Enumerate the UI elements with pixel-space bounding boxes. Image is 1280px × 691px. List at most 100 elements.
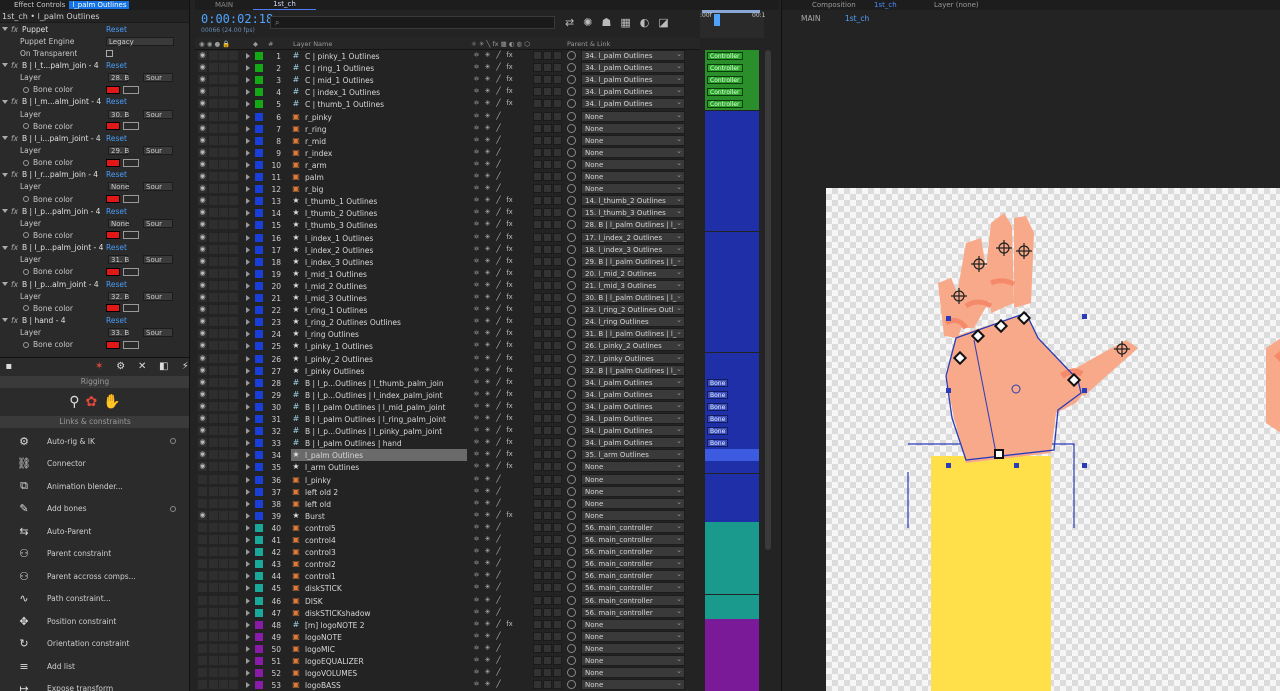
- bone-color-swatch[interactable]: [106, 195, 120, 204]
- layer-row[interactable]: 50 ▣ logoMIC ⚛ ✳ ╱ None: [195, 642, 700, 655]
- solo-toggle[interactable]: [219, 450, 228, 460]
- lock-toggle[interactable]: [229, 256, 238, 266]
- layer-duration-bar[interactable]: Bone: [705, 376, 759, 389]
- pickwhip-icon[interactable]: [567, 619, 576, 629]
- audio-toggle[interactable]: [209, 353, 218, 363]
- parent-dropdown[interactable]: 56. main_controller: [581, 594, 685, 606]
- parent-dropdown[interactable]: None: [581, 473, 685, 485]
- eye-icon[interactable]: ◉: [198, 51, 207, 60]
- label-color-swatch[interactable]: [255, 584, 263, 593]
- solo-toggle[interactable]: [219, 329, 228, 339]
- pickwhip-icon[interactable]: [567, 377, 576, 387]
- expand-triangle-icon[interactable]: [246, 53, 250, 59]
- bone-layer-dropdown[interactable]: 32. B: [108, 291, 129, 301]
- expand-triangle-icon[interactable]: [246, 585, 250, 592]
- audio-toggle[interactable]: [209, 547, 218, 557]
- layer-row[interactable]: ◉ 13 ★ l_thumb_1 Outlines ⚛ ✳ ╱ fx 14. l_th…: [195, 195, 700, 207]
- bone-color-swatch[interactable]: [106, 340, 120, 349]
- collapse-triangle-icon[interactable]: [2, 99, 8, 104]
- eye-icon[interactable]: ◉: [198, 305, 207, 315]
- expand-triangle-icon[interactable]: [246, 113, 250, 120]
- layer-duration-bar[interactable]: Controller: [705, 86, 759, 99]
- audio-toggle[interactable]: [209, 244, 218, 254]
- bone-layer-dropdown[interactable]: 31. B: [108, 255, 129, 265]
- composition-tab-comp[interactable]: 1st_ch: [874, 1, 897, 9]
- layer-switches[interactable]: ⚛ ✳ ╱ fx: [471, 390, 533, 400]
- transform-handle[interactable]: [1082, 388, 1087, 393]
- audio-toggle[interactable]: [209, 668, 218, 678]
- collapse-triangle-icon[interactable]: [2, 281, 8, 286]
- eye-icon[interactable]: ◉: [198, 341, 207, 351]
- fx-toggle-icon[interactable]: fx: [11, 243, 18, 252]
- visibility-toggle[interactable]: [198, 680, 207, 690]
- layer-duration-bar[interactable]: [705, 267, 759, 280]
- solo-toggle[interactable]: [219, 147, 228, 157]
- audio-toggle[interactable]: [209, 535, 218, 544]
- bone-sound-dropdown[interactable]: Sour: [143, 73, 173, 83]
- lock-toggle[interactable]: [229, 643, 238, 653]
- eyedropper-icon[interactable]: [123, 122, 139, 131]
- layer-row[interactable]: 38 ▣ left old ⚛ ✳ ╱ None: [195, 497, 700, 510]
- bone-tool-icon[interactable]: ✶: [95, 361, 105, 372]
- expand-triangle-icon[interactable]: [246, 186, 250, 193]
- bone-sound-dropdown[interactable]: Sour: [143, 255, 173, 265]
- parent-dropdown[interactable]: None: [581, 485, 685, 497]
- pickwhip-icon[interactable]: [567, 51, 576, 60]
- layer-duration-bar[interactable]: [705, 328, 759, 341]
- options-dot-icon[interactable]: [170, 505, 176, 512]
- stopwatch-icon[interactable]: [23, 159, 29, 166]
- stopwatch-icon[interactable]: [23, 232, 29, 239]
- audio-toggle[interactable]: [209, 280, 218, 290]
- lock-toggle[interactable]: [229, 159, 238, 169]
- reset-button[interactable]: Reset: [106, 243, 127, 252]
- layer-name[interactable]: l_pinky: [305, 476, 465, 485]
- layer-duration-bar[interactable]: Bone: [705, 400, 759, 413]
- solo-toggle[interactable]: [219, 377, 228, 387]
- audio-toggle[interactable]: [209, 656, 218, 665]
- eye-icon[interactable]: ◉: [198, 111, 207, 121]
- solo-toggle[interactable]: [219, 220, 228, 230]
- eye-icon[interactable]: ◉: [198, 401, 207, 411]
- layer-duration-bar[interactable]: [705, 497, 759, 510]
- collapse-triangle-icon[interactable]: [2, 209, 8, 214]
- rig-tool-item[interactable]: ↦ Expose transform: [0, 678, 189, 691]
- layer-row[interactable]: 49 ▣ logoNOTE ⚛ ✳ ╱ None: [195, 630, 700, 643]
- layer-duration-bar[interactable]: Controller: [705, 98, 759, 111]
- layer-switches[interactable]: ⚛ ✳ ╱ fx: [471, 402, 533, 412]
- layer-row[interactable]: ◉ 29 # B | l_p...Outlines | l_index_palm…: [195, 388, 700, 401]
- collapse-triangle-icon[interactable]: [2, 318, 8, 323]
- lock-toggle[interactable]: [229, 329, 238, 339]
- eye-icon[interactable]: ◉: [198, 256, 207, 266]
- lock-toggle[interactable]: [229, 208, 238, 218]
- lock-toggle[interactable]: [229, 619, 238, 629]
- pickwhip-icon[interactable]: [567, 401, 576, 411]
- lock-toggle[interactable]: [229, 498, 238, 508]
- solo-toggle[interactable]: [219, 438, 228, 448]
- lock-toggle[interactable]: [229, 196, 238, 206]
- expand-triangle-icon[interactable]: [246, 682, 250, 689]
- transform-handle[interactable]: [1014, 463, 1019, 468]
- comp-viewer[interactable]: [826, 188, 1280, 691]
- collapse-triangle-icon[interactable]: [2, 136, 8, 141]
- layer-duration-bar[interactable]: [705, 449, 759, 462]
- layer-name[interactable]: control1: [305, 572, 465, 581]
- bone-color-swatch[interactable]: [106, 267, 120, 276]
- expand-triangle-icon[interactable]: [246, 198, 250, 205]
- visibility-toggle[interactable]: [198, 571, 207, 581]
- expand-triangle-icon[interactable]: [246, 367, 250, 374]
- pickwhip-icon[interactable]: [567, 111, 576, 121]
- layer-row[interactable]: ◉ 34 ★ l_palm Outlines ⚛ ✳ ╱ fx 35. l_arm O…: [195, 449, 700, 462]
- parent-dropdown[interactable]: None: [581, 122, 685, 134]
- layer-name[interactable]: logoBASS: [305, 681, 465, 690]
- layer-name[interactable]: logoEQUALIZER: [305, 657, 465, 666]
- bone-effect-header[interactable]: fx B | l_p...palm_joint - 4 Reset: [0, 242, 189, 254]
- layer-row[interactable]: ◉ 24 ★ l_ring Outlines ⚛ ✳ ╱ fx 31. B | l_p…: [195, 328, 700, 340]
- puppet-engine-dropdown[interactable]: Legacy: [106, 36, 174, 46]
- layer-switches[interactable]: ⚛ ✳ ╱ fx: [471, 196, 533, 206]
- solo-toggle[interactable]: [219, 280, 228, 290]
- layer-row[interactable]: ◉ 26 ★ l_pinky_2 Outlines ⚛ ✳ ╱ fx 27. l_pi…: [195, 352, 700, 365]
- layer-name[interactable]: r_ring: [305, 125, 465, 134]
- layer-name[interactable]: diskSTICK: [305, 584, 465, 593]
- parent-dropdown[interactable]: 32. B | l_palm Outlines | l_: [581, 364, 685, 376]
- audio-toggle[interactable]: [209, 583, 218, 593]
